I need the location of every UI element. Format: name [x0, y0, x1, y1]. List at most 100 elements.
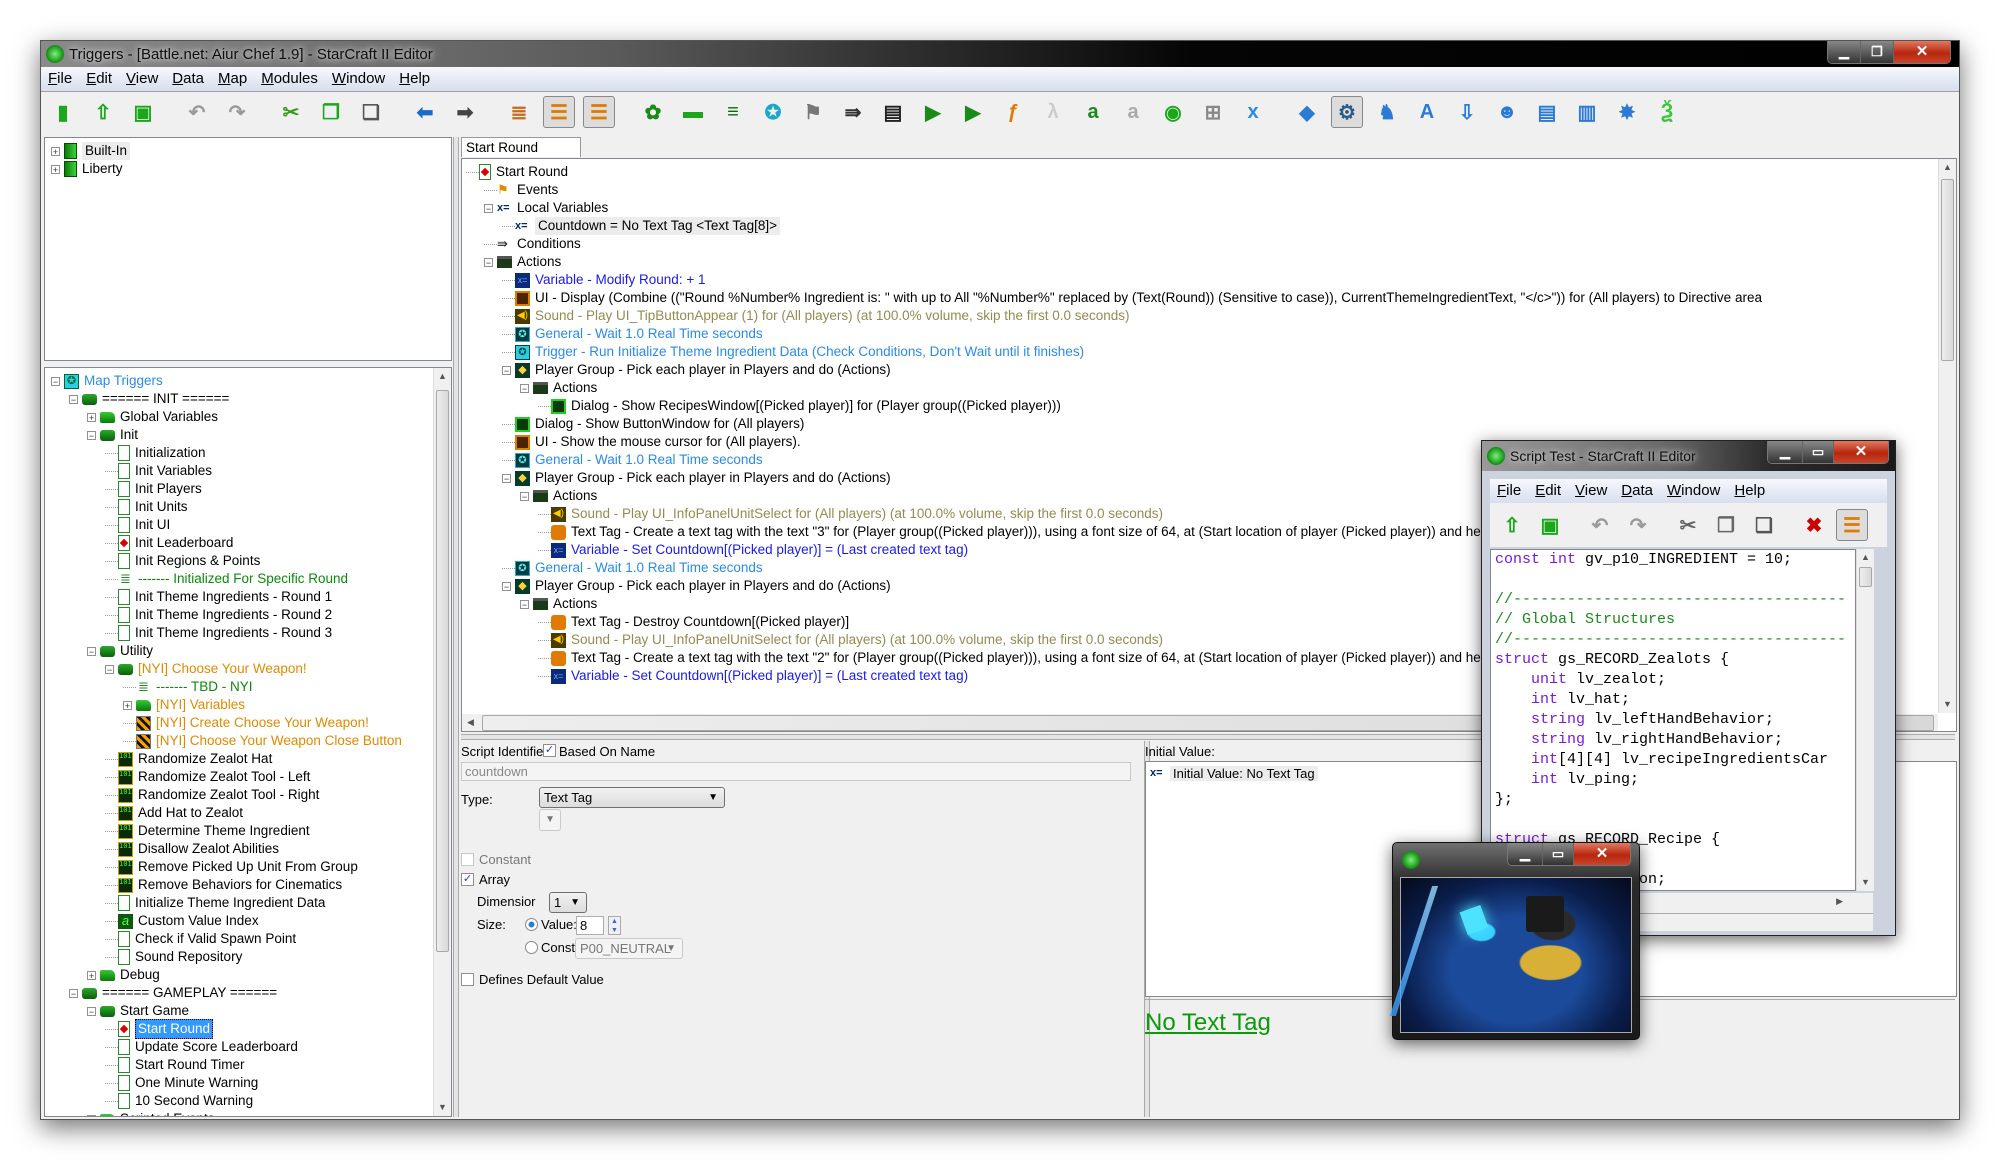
collapse-icon[interactable]: − [87, 430, 96, 440]
scroll-thumb[interactable] [1859, 567, 1872, 587]
trigger-tree-item[interactable]: − ✪ Map Triggers [51, 372, 163, 390]
trigger-tree-item[interactable]: + Scripted Events [87, 1110, 215, 1116]
restore-button[interactable]: ❐ [1861, 41, 1894, 63]
initial-value-row[interactable]: Initial Value: No Text Tag [1170, 765, 1318, 781]
minimize-button[interactable]: ▁ [1828, 41, 1861, 63]
trigger-tree-item[interactable]: Init UI [105, 516, 170, 534]
menu-view[interactable]: View [119, 67, 165, 87]
editor-row[interactable]: − Actions [520, 595, 597, 613]
maximize-button[interactable]: ▭ [1803, 441, 1834, 463]
trigger-tree-item[interactable]: Initialize Theme Ingredient Data [105, 894, 325, 912]
editor-row[interactable]: ✪ General - Wait 1.0 Real Time seconds [502, 325, 763, 343]
editor-row[interactable]: − ◆ Player Group - Pick each player in Pla… [502, 469, 891, 487]
new-preset-value-icon[interactable]: a [1117, 96, 1149, 128]
trigger-tree-item[interactable]: 1010 Randomize Zealot Tool - Left [105, 768, 310, 786]
trigger-tree-item[interactable]: ≣ ------- Initialized For Specific Round [105, 570, 348, 588]
trigger-tree-item[interactable]: [NYI] Choose Your Weapon Close Button [123, 732, 402, 750]
scroll-up-arrow-icon[interactable]: ▲ [1857, 549, 1874, 566]
trigger-tree-item[interactable]: a Custom Value Index [105, 912, 259, 930]
trigger-tree-item[interactable]: 1010 Add Hat to Zealot [105, 804, 243, 822]
expand-icon[interactable]: + [51, 164, 60, 174]
collapse-icon[interactable]: − [69, 988, 78, 998]
scroll-down-arrow-icon[interactable]: ▼ [1939, 696, 1956, 713]
trigger-tree-item[interactable]: − ====== GAMEPLAY ====== [69, 984, 277, 1002]
editor-row[interactable]: Text Tag - Create a text tag with the te… [538, 649, 1518, 667]
editor-row[interactable]: x= Variable - Set Countdown[(Picked playe… [538, 667, 968, 685]
new-function-def-icon[interactable]: ƒ [997, 96, 1029, 128]
subtype-dropdown[interactable]: ▼ [539, 809, 561, 831]
size-value-input[interactable]: 8 [576, 916, 604, 935]
editor-row[interactable]: − Actions [520, 487, 597, 505]
trigger-tree-item[interactable]: 1010 Disallow Zealot Abilities [105, 840, 279, 858]
trigger-tree-item[interactable]: Initialization [105, 444, 206, 462]
save-icon[interactable]: ▣ [127, 96, 159, 128]
editor-row[interactable]: Text Tag - Create a text tag with the te… [538, 523, 1518, 541]
import-icon[interactable]: ⇩ [1451, 96, 1483, 128]
library-item[interactable]: + Built-In [51, 142, 131, 160]
text-icon[interactable]: A [1411, 96, 1443, 128]
scroll-up-arrow-icon[interactable]: ▲ [1939, 159, 1956, 176]
trigger-tree-item[interactable]: Sound Repository [105, 948, 242, 966]
expand-icon[interactable]: + [87, 1114, 96, 1116]
trigger-tree-item[interactable]: + [NYI] Variables [123, 696, 245, 714]
trigger-tree-item[interactable]: ≣ ------- TBD - NYI [123, 678, 252, 696]
text-editor-icon[interactable]: ≣ [503, 96, 535, 128]
new-action-icon[interactable]: ▤ [877, 96, 909, 128]
trigger-tree-item[interactable]: 1010 Determine Theme Ingredient [105, 822, 310, 840]
save-icon[interactable]: ▣ [1534, 509, 1566, 541]
menu-data[interactable]: Data [165, 67, 211, 87]
scroll-right-arrow-icon[interactable]: ▶ [1836, 896, 1843, 907]
cut-icon[interactable]: ✂ [1672, 509, 1704, 541]
defines-default-checkbox[interactable] [461, 973, 474, 986]
new-trigger-icon[interactable]: ✿ [637, 96, 669, 128]
script-code-view[interactable]: const int gv_p10_INGREDIENT = 10; //----… [1490, 549, 1856, 891]
new-variable-icon[interactable]: x [1237, 96, 1269, 128]
redo-icon[interactable]: ↷ [221, 96, 253, 128]
trigger-module-icon[interactable]: ☰ [543, 96, 575, 128]
collapse-icon[interactable]: − [502, 473, 511, 483]
dimensions-dropdown[interactable]: 1 ▼ [549, 892, 587, 913]
trigger-editor-icon[interactable]: ⚙ [1331, 96, 1363, 128]
trigger-tree-item[interactable]: Init Theme Ingredients - Round 2 [105, 606, 332, 624]
trigger-tree-item[interactable]: Init Units [105, 498, 188, 516]
sc2-logo-icon[interactable]: Ѯ [1651, 96, 1683, 128]
new-record-icon[interactable]: ◉ [1157, 96, 1189, 128]
paste-icon[interactable]: ❏ [355, 96, 387, 128]
new-icon[interactable]: ▮ [47, 96, 79, 128]
collapse-icon[interactable]: − [520, 383, 529, 393]
collapse-icon[interactable]: − [520, 599, 529, 609]
cut-icon[interactable]: ✂ [275, 96, 307, 128]
menu-help[interactable]: Help [392, 67, 437, 87]
data-editor-icon[interactable]: ♞ [1371, 96, 1403, 128]
menu-edit[interactable]: Edit [1528, 479, 1568, 499]
undo-icon[interactable]: ↶ [181, 96, 213, 128]
editor-row[interactable]: ◀) Sound - Play UI_TipButtonAppear (1) fo… [502, 307, 1130, 325]
collapse-icon[interactable]: − [484, 257, 493, 267]
menu-file[interactable]: File [41, 67, 79, 87]
vertical-splitter[interactable] [453, 137, 459, 1117]
trigger-tree-scrollbar[interactable]: ▲ ▼ [433, 368, 451, 1116]
trigger-tree-item[interactable]: [NYI] Create Choose Your Weapon! [123, 714, 369, 732]
minimize-button[interactable]: ▁ [1508, 843, 1543, 865]
menu-window[interactable]: Window [325, 67, 392, 87]
trigger-tree-item[interactable]: − [NYI] Choose Your Weapon! [105, 660, 307, 678]
open-icon[interactable]: ⇧ [87, 96, 119, 128]
menu-edit[interactable]: Edit [79, 67, 119, 87]
back-icon[interactable]: ⬅ [409, 96, 441, 128]
editor-row[interactable]: − ◆ Player Group - Pick each player in Pla… [502, 577, 891, 595]
new-comment-icon[interactable]: ≡ [717, 96, 749, 128]
redo-icon[interactable]: ↷ [1622, 509, 1654, 541]
menu-modules[interactable]: Modules [254, 67, 325, 87]
minimize-button[interactable]: ▁ [1768, 441, 1803, 463]
editor-row[interactable]: ⇛ Conditions [484, 235, 581, 253]
expand-icon[interactable]: + [87, 970, 96, 980]
terrain-icon[interactable]: ◆ [1291, 96, 1323, 128]
script-icon[interactable]: ☰ [1836, 509, 1868, 541]
previewer-icon[interactable]: ✸ [1611, 96, 1643, 128]
editor-row[interactable]: Text Tag - Destroy Countdown[(Picked pla… [538, 613, 849, 631]
size-constant-dropdown[interactable]: P00_NEUTRAL ▼ [575, 938, 683, 959]
scroll-down-arrow-icon[interactable]: ▼ [1857, 874, 1874, 891]
trigger-tree-item[interactable]: 10 Second Warning [105, 1092, 253, 1110]
trigger-tree-item[interactable]: Start Round [105, 1019, 214, 1039]
trigger-tree-item[interactable]: Init Theme Ingredients - Round 3 [105, 624, 332, 642]
